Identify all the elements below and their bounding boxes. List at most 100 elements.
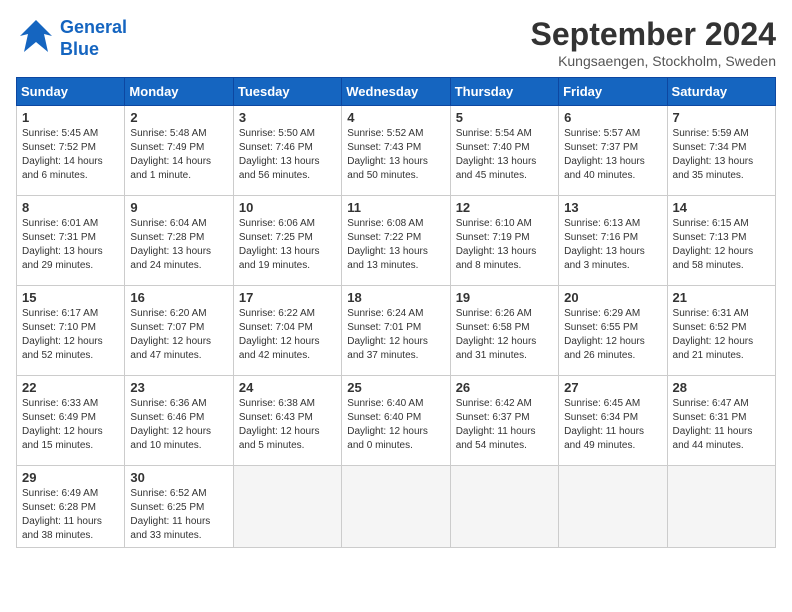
weekday-header-monday: Monday [125, 78, 233, 106]
day-info: Sunrise: 5:45 AM Sunset: 7:52 PM Dayligh… [22, 127, 119, 183]
calendar-day-cell: 26 Sunrise: 6:42 AM Sunset: 6:37 PM Dayli… [450, 376, 558, 466]
day-number: 8 [22, 200, 119, 215]
day-info: Sunrise: 6:29 AM Sunset: 6:55 PM Dayligh… [564, 307, 661, 363]
logo: General Blue [16, 16, 127, 61]
calendar-day-cell: 11Sunrise: 6:08 AM Sunset: 7:22 PM Dayli… [342, 196, 450, 286]
day-info: Sunrise: 6:17 AM Sunset: 7:10 PM Dayligh… [22, 307, 119, 363]
title-area: September 2024 Kungsaengen, Stockholm, S… [531, 16, 776, 69]
calendar-week-row: 29 Sunrise: 6:49 AM Sunset: 6:28 PM Dayli… [17, 466, 776, 548]
calendar-day-cell: 1 Sunrise: 5:45 AM Sunset: 7:52 PM Daylig… [17, 106, 125, 196]
calendar-day-cell: 27Sunrise: 6:45 AM Sunset: 6:34 PM Dayli… [559, 376, 667, 466]
day-info: Sunrise: 6:42 AM Sunset: 6:37 PM Dayligh… [456, 397, 553, 453]
calendar-day-cell: 5Sunrise: 5:54 AM Sunset: 7:40 PM Daylig… [450, 106, 558, 196]
calendar-day-cell [559, 466, 667, 548]
day-number: 16 [130, 290, 227, 305]
logo-text: General Blue [60, 17, 127, 60]
calendar-day-cell: 24Sunrise: 6:38 AM Sunset: 6:43 PM Dayli… [233, 376, 341, 466]
calendar-day-cell: 30 Sunrise: 6:52 AM Sunset: 6:25 PM Dayli… [125, 466, 233, 548]
calendar-day-cell: 28 Sunrise: 6:47 AM Sunset: 6:31 PM Dayli… [667, 376, 775, 466]
calendar-day-cell: 21 Sunrise: 6:31 AM Sunset: 6:52 PM Dayli… [667, 286, 775, 376]
day-number: 29 [22, 470, 119, 485]
day-info: Sunrise: 6:10 AM Sunset: 7:19 PM Dayligh… [456, 217, 553, 273]
day-info: Sunrise: 6:26 AM Sunset: 6:58 PM Dayligh… [456, 307, 553, 363]
calendar-day-cell: 16 Sunrise: 6:20 AM Sunset: 7:07 PM Dayli… [125, 286, 233, 376]
calendar-day-cell: 13 Sunrise: 6:13 AM Sunset: 7:16 PM Dayli… [559, 196, 667, 286]
day-info: Sunrise: 6:08 AM Sunset: 7:22 PM Dayligh… [347, 217, 444, 273]
day-info: Sunrise: 5:57 AM Sunset: 7:37 PM Dayligh… [564, 127, 661, 183]
day-number: 2 [130, 110, 227, 125]
day-number: 20 [564, 290, 661, 305]
calendar-day-cell: 15 Sunrise: 6:17 AM Sunset: 7:10 PM Dayli… [17, 286, 125, 376]
day-number: 12 [456, 200, 553, 215]
calendar-week-row: 15 Sunrise: 6:17 AM Sunset: 7:10 PM Dayli… [17, 286, 776, 376]
weekday-header-row: SundayMondayTuesdayWednesdayThursdayFrid… [17, 78, 776, 106]
day-info: Sunrise: 6:47 AM Sunset: 6:31 PM Dayligh… [673, 397, 770, 453]
day-info: Sunrise: 5:52 AM Sunset: 7:43 PM Dayligh… [347, 127, 444, 183]
day-number: 10 [239, 200, 336, 215]
day-number: 7 [673, 110, 770, 125]
calendar-day-cell: 25 Sunrise: 6:40 AM Sunset: 6:40 PM Dayli… [342, 376, 450, 466]
calendar-day-cell: 19Sunrise: 6:26 AM Sunset: 6:58 PM Dayli… [450, 286, 558, 376]
logo-line2: Blue [60, 39, 99, 59]
day-info: Sunrise: 5:54 AM Sunset: 7:40 PM Dayligh… [456, 127, 553, 183]
logo-line1: General [60, 17, 127, 37]
header: General Blue September 2024 Kungsaengen,… [16, 16, 776, 69]
calendar-table: SundayMondayTuesdayWednesdayThursdayFrid… [16, 77, 776, 548]
logo-bird-icon [16, 16, 56, 61]
day-number: 17 [239, 290, 336, 305]
calendar-day-cell: 18 Sunrise: 6:24 AM Sunset: 7:01 PM Dayli… [342, 286, 450, 376]
day-info: Sunrise: 5:50 AM Sunset: 7:46 PM Dayligh… [239, 127, 336, 183]
day-number: 25 [347, 380, 444, 395]
weekday-header-wednesday: Wednesday [342, 78, 450, 106]
day-info: Sunrise: 6:15 AM Sunset: 7:13 PM Dayligh… [673, 217, 770, 273]
day-info: Sunrise: 6:33 AM Sunset: 6:49 PM Dayligh… [22, 397, 119, 453]
day-info: Sunrise: 5:59 AM Sunset: 7:34 PM Dayligh… [673, 127, 770, 183]
day-number: 1 [22, 110, 119, 125]
calendar-week-row: 1 Sunrise: 5:45 AM Sunset: 7:52 PM Daylig… [17, 106, 776, 196]
calendar-day-cell: 29 Sunrise: 6:49 AM Sunset: 6:28 PM Dayli… [17, 466, 125, 548]
day-info: Sunrise: 6:40 AM Sunset: 6:40 PM Dayligh… [347, 397, 444, 453]
day-info: Sunrise: 6:04 AM Sunset: 7:28 PM Dayligh… [130, 217, 227, 273]
calendar-day-cell: 20 Sunrise: 6:29 AM Sunset: 6:55 PM Dayli… [559, 286, 667, 376]
day-info: Sunrise: 6:24 AM Sunset: 7:01 PM Dayligh… [347, 307, 444, 363]
day-number: 21 [673, 290, 770, 305]
weekday-header-friday: Friday [559, 78, 667, 106]
day-info: Sunrise: 6:13 AM Sunset: 7:16 PM Dayligh… [564, 217, 661, 273]
calendar-day-cell: 23 Sunrise: 6:36 AM Sunset: 6:46 PM Dayli… [125, 376, 233, 466]
calendar-day-cell: 22Sunrise: 6:33 AM Sunset: 6:49 PM Dayli… [17, 376, 125, 466]
day-info: Sunrise: 6:49 AM Sunset: 6:28 PM Dayligh… [22, 487, 119, 543]
calendar-day-cell: 3Sunrise: 5:50 AM Sunset: 7:46 PM Daylig… [233, 106, 341, 196]
calendar-day-cell: 2Sunrise: 5:48 AM Sunset: 7:49 PM Daylig… [125, 106, 233, 196]
weekday-header-saturday: Saturday [667, 78, 775, 106]
day-number: 26 [456, 380, 553, 395]
calendar-day-cell: 17 Sunrise: 6:22 AM Sunset: 7:04 PM Dayli… [233, 286, 341, 376]
calendar-week-row: 22Sunrise: 6:33 AM Sunset: 6:49 PM Dayli… [17, 376, 776, 466]
calendar-week-row: 8Sunrise: 6:01 AM Sunset: 7:31 PM Daylig… [17, 196, 776, 286]
calendar-day-cell: 10 Sunrise: 6:06 AM Sunset: 7:25 PM Dayli… [233, 196, 341, 286]
day-number: 30 [130, 470, 227, 485]
day-number: 23 [130, 380, 227, 395]
day-info: Sunrise: 6:52 AM Sunset: 6:25 PM Dayligh… [130, 487, 227, 543]
day-number: 13 [564, 200, 661, 215]
weekday-header-tuesday: Tuesday [233, 78, 341, 106]
weekday-header-thursday: Thursday [450, 78, 558, 106]
day-info: Sunrise: 6:22 AM Sunset: 7:04 PM Dayligh… [239, 307, 336, 363]
location: Kungsaengen, Stockholm, Sweden [531, 53, 776, 69]
day-info: Sunrise: 6:36 AM Sunset: 6:46 PM Dayligh… [130, 397, 227, 453]
day-info: Sunrise: 6:20 AM Sunset: 7:07 PM Dayligh… [130, 307, 227, 363]
day-number: 15 [22, 290, 119, 305]
calendar-day-cell: 6Sunrise: 5:57 AM Sunset: 7:37 PM Daylig… [559, 106, 667, 196]
day-number: 4 [347, 110, 444, 125]
day-number: 24 [239, 380, 336, 395]
calendar-day-cell: 4 Sunrise: 5:52 AM Sunset: 7:43 PM Daylig… [342, 106, 450, 196]
calendar-day-cell [667, 466, 775, 548]
day-info: Sunrise: 6:31 AM Sunset: 6:52 PM Dayligh… [673, 307, 770, 363]
day-number: 28 [673, 380, 770, 395]
day-info: Sunrise: 6:06 AM Sunset: 7:25 PM Dayligh… [239, 217, 336, 273]
calendar-day-cell: 8Sunrise: 6:01 AM Sunset: 7:31 PM Daylig… [17, 196, 125, 286]
day-number: 18 [347, 290, 444, 305]
weekday-header-sunday: Sunday [17, 78, 125, 106]
calendar-day-cell: 14Sunrise: 6:15 AM Sunset: 7:13 PM Dayli… [667, 196, 775, 286]
calendar-day-cell: 12 Sunrise: 6:10 AM Sunset: 7:19 PM Dayli… [450, 196, 558, 286]
calendar-day-cell: 9Sunrise: 6:04 AM Sunset: 7:28 PM Daylig… [125, 196, 233, 286]
